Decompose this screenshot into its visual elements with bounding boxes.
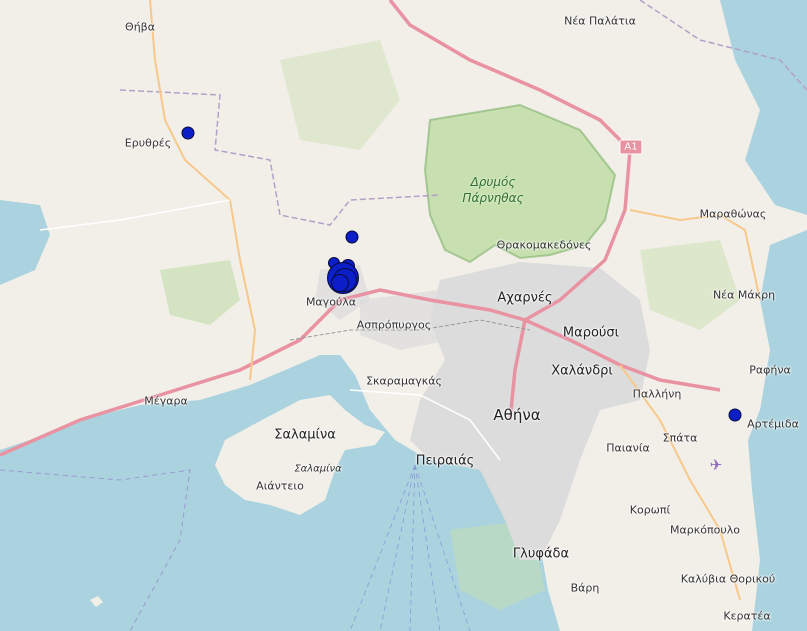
small-island	[90, 596, 103, 607]
ferry-lines	[349, 464, 471, 631]
place-kalyvia: Καλύβια Θορικού	[680, 572, 776, 586]
earthquake-marker[interactable]	[728, 408, 742, 422]
place-aspropyrgos: Ασπρόπυργος	[356, 318, 432, 332]
place-koropi: Κορωπί	[629, 503, 671, 517]
place-marousi: Μαρούσι	[562, 325, 620, 341]
place-artemida: Αρτέμιδα	[747, 417, 799, 431]
place-peiraias: Πειραιάς	[415, 453, 475, 469]
airport-icon: ✈	[709, 456, 723, 474]
place-skaramangas: Σκαραμαγκάς	[366, 374, 442, 388]
earthquake-marker[interactable]	[331, 274, 349, 292]
place-salamina-region: Σαλαμίνα	[274, 427, 336, 443]
place-chalandri: Χαλάνδρι	[551, 363, 613, 379]
map-view[interactable]: Θήβα Νέα Παλάτια Ερυθρές Δρυμός Πάρνηθας…	[0, 0, 807, 631]
place-markopoulo: Μαρκόπουλο	[670, 523, 740, 537]
place-salamina-town: Σαλαμίνα	[294, 463, 342, 475]
place-nea-palatia: Νέα Παλάτια	[564, 14, 636, 28]
place-rafina: Ραφήνα	[749, 363, 791, 377]
place-spata: Σπάτα	[662, 431, 698, 445]
place-thiva: Θήβα	[125, 20, 155, 34]
place-megara: Μέγαρα	[144, 394, 188, 408]
place-thrakomakedones: Θρακομακεδόνες	[496, 238, 592, 252]
salamina-island	[215, 395, 385, 515]
place-glyfada: Γλυφάδα	[512, 546, 570, 562]
sea-boundary-1	[0, 469, 191, 631]
place-athina: Αθήνα	[493, 406, 541, 424]
road-shield-a1: A1	[619, 139, 643, 155]
place-paiania: Παιανία	[606, 441, 650, 455]
place-erythres: Ερυθρές	[124, 136, 172, 150]
place-marathonas: Μαραθώνας	[699, 207, 767, 221]
place-pallini: Παλλήνη	[632, 387, 682, 401]
place-drymos-parnithas: Δρυμός Πάρνηθας	[462, 175, 524, 205]
earthquake-marker[interactable]	[345, 230, 359, 244]
place-keratea: Κερατέα	[723, 609, 771, 623]
place-magoula: Μαγούλα	[305, 295, 357, 309]
place-nea-makri: Νέα Μάκρη	[712, 288, 776, 302]
place-acharnes: Αχαρνές	[497, 290, 553, 306]
place-aianteio: Αιάντειο	[256, 479, 304, 493]
place-vari: Βάρη	[570, 581, 600, 595]
earthquake-marker[interactable]	[181, 126, 195, 140]
